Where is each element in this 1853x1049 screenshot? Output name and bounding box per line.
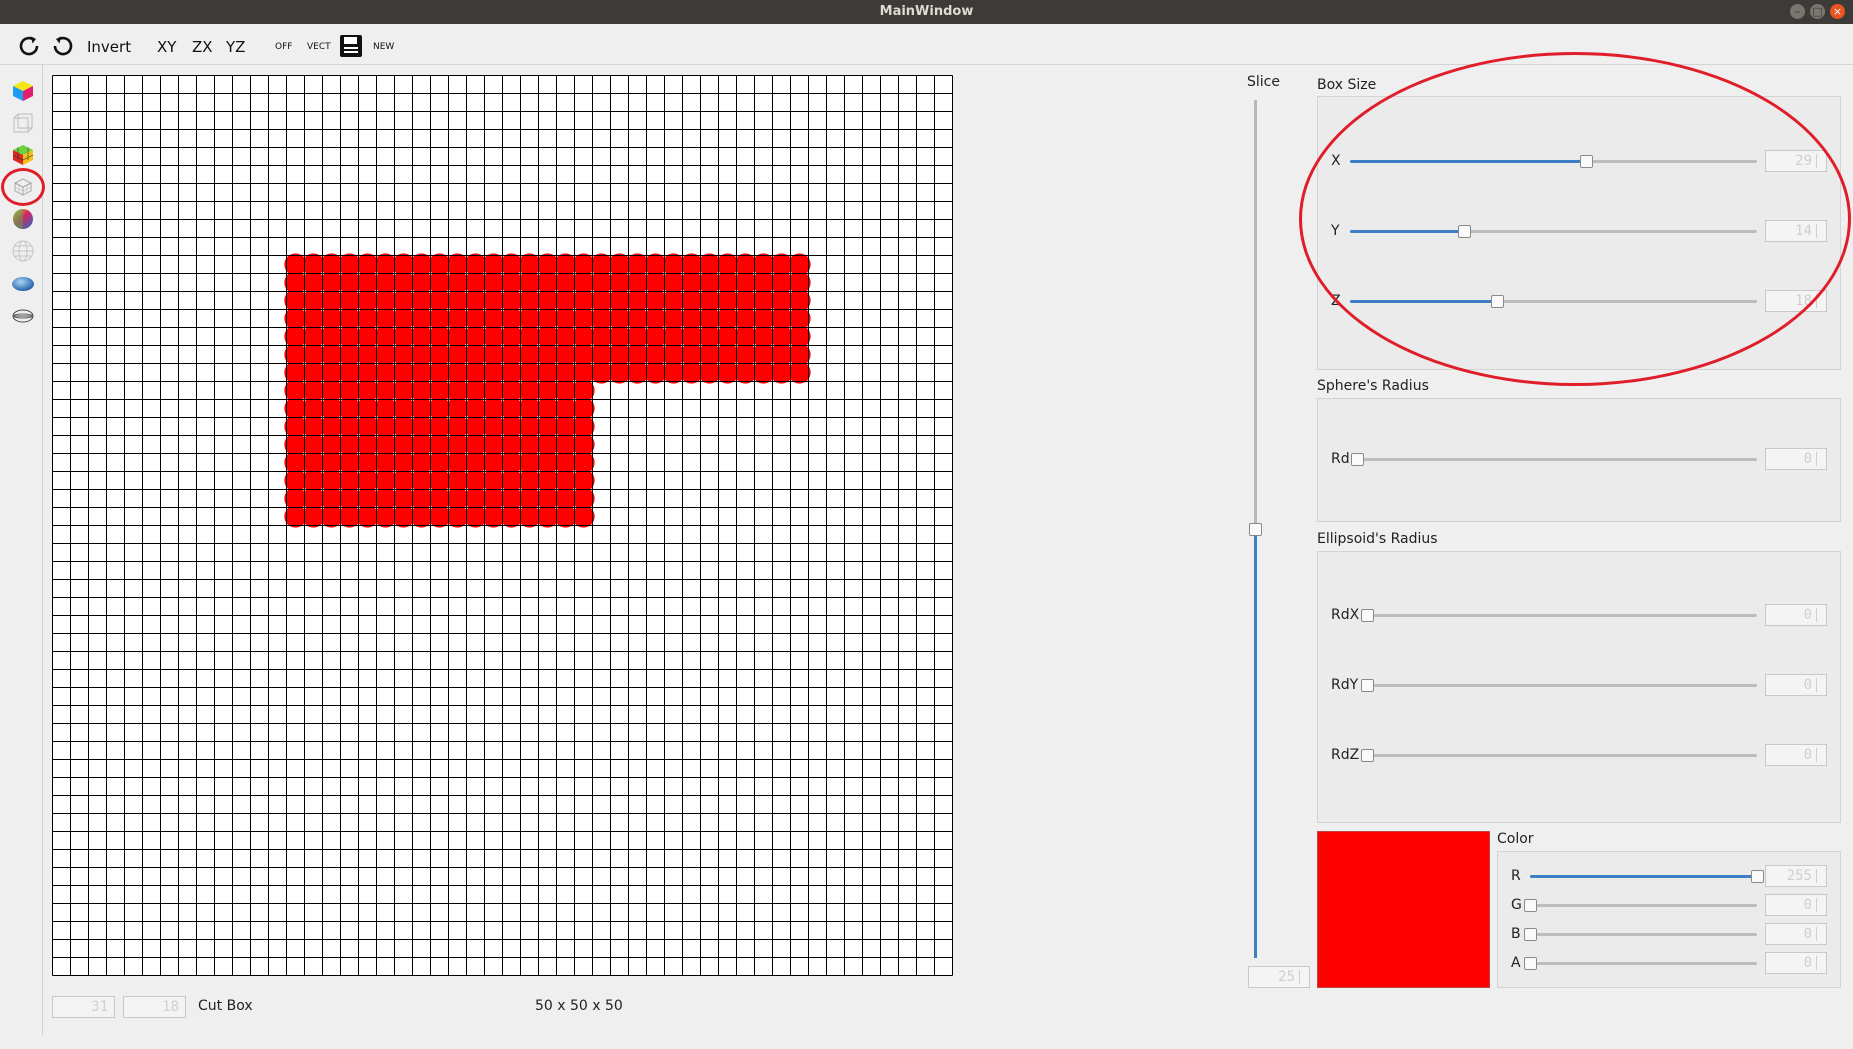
color-g-slider-handle[interactable] — [1524, 899, 1537, 912]
spin-arrows[interactable] — [1816, 452, 1824, 466]
color-sphere-icon[interactable] — [10, 206, 36, 232]
box-z-slider-fill — [1350, 300, 1497, 303]
box-z-slider-handle[interactable] — [1490, 295, 1504, 308]
ellipsoid-rdx-slider-handle[interactable] — [1361, 609, 1374, 622]
bottom-field-1[interactable]: 31 — [52, 996, 115, 1018]
maximize-button[interactable]: □ — [1810, 4, 1825, 19]
color-title: Color — [1497, 831, 1534, 847]
wire-ellipsoid-icon[interactable] — [10, 302, 36, 328]
ellipsoid-group — [1317, 551, 1841, 823]
redo-icon[interactable] — [16, 33, 42, 59]
spin-arrows[interactable] — [1299, 970, 1307, 984]
wire-box-icon[interactable] — [10, 110, 36, 136]
slice-spinbox[interactable]: 25 — [1248, 966, 1310, 988]
sphere-rd-label: Rd — [1331, 451, 1350, 467]
box-y-slider-handle[interactable] — [1457, 225, 1471, 238]
color-r-slider-handle[interactable] — [1751, 870, 1764, 883]
spin-arrows[interactable] — [1816, 898, 1824, 912]
ellipsoid-rdx-slider[interactable] — [1367, 614, 1757, 617]
zx-button[interactable]: ZX — [192, 36, 213, 58]
spin-arrows[interactable] — [1816, 608, 1824, 622]
sphere-rd-spinbox[interactable]: 0 — [1765, 448, 1827, 470]
spin-arrows[interactable] — [1816, 678, 1824, 692]
slice-slider-handle[interactable] — [1249, 523, 1262, 536]
box-size-title: Box Size — [1317, 77, 1377, 93]
save-file-icon[interactable] — [338, 33, 364, 59]
rgb-cube-icon[interactable] — [10, 142, 36, 168]
spin-arrows[interactable] — [1816, 748, 1824, 762]
xy-button[interactable]: XY — [157, 36, 176, 58]
close-button[interactable]: × — [1830, 4, 1845, 19]
color-a-spinbox[interactable]: 0 — [1765, 952, 1827, 974]
color-a-slider[interactable] — [1530, 962, 1757, 965]
color-r-spinbox[interactable]: 255 — [1765, 865, 1827, 887]
color-r-label: R — [1511, 868, 1521, 884]
ellipsoid-rdz-label: RdZ — [1331, 747, 1360, 763]
invert-button[interactable]: Invert — [87, 36, 131, 58]
window-title: MainWindow — [879, 4, 974, 19]
sphere-rd-slider[interactable] — [1357, 458, 1757, 461]
color-cube-icon[interactable] — [10, 78, 36, 104]
ellipsoid-title: Ellipsoid's Radius — [1317, 531, 1438, 547]
ellipsoid-rdz-slider-handle[interactable] — [1361, 749, 1374, 762]
voxel-grid[interactable] — [52, 75, 953, 976]
box-x-slider-fill — [1350, 160, 1587, 163]
ellipsoid-rdz-slider[interactable] — [1367, 754, 1757, 757]
off-button[interactable]: OFF — [275, 36, 292, 58]
color-g-slider[interactable] — [1530, 904, 1757, 907]
color-b-slider[interactable] — [1530, 933, 1757, 936]
voxel[interactable] — [788, 361, 811, 384]
slice-slider-fill — [1254, 529, 1257, 958]
cut-box-button[interactable]: Cut Box — [198, 998, 253, 1014]
vect-button[interactable]: VECT — [307, 36, 331, 58]
color-b-slider-handle[interactable] — [1524, 928, 1537, 941]
selected-tool-annotation — [1, 168, 45, 206]
color-b-label: B — [1511, 926, 1521, 942]
wire-sphere-icon[interactable] — [10, 238, 36, 264]
ellipsoid-rdx-spinbox[interactable]: 0 — [1765, 604, 1827, 626]
ellipsoid-rdx-label: RdX — [1331, 607, 1360, 623]
undo-icon[interactable] — [50, 33, 76, 59]
spin-arrows[interactable] — [1816, 956, 1824, 970]
slice-label: Slice — [1247, 74, 1280, 90]
box-size-annotation — [1299, 52, 1851, 386]
ellipsoid-icon[interactable] — [10, 270, 36, 296]
bottom-field-2[interactable]: 18 — [123, 996, 186, 1018]
grid-dimensions: 50 x 50 x 50 — [535, 998, 623, 1014]
ellipsoid-rdy-spinbox[interactable]: 0 — [1765, 674, 1827, 696]
color-swatch — [1317, 831, 1490, 988]
yz-button[interactable]: YZ — [226, 36, 245, 58]
color-a-label: A — [1511, 955, 1521, 971]
box-x-slider-handle[interactable] — [1580, 155, 1594, 168]
color-r-slider-fill — [1530, 875, 1757, 878]
sphere-title: Sphere's Radius — [1317, 378, 1429, 394]
voxel[interactable] — [572, 505, 595, 528]
spin-arrows[interactable] — [1816, 927, 1824, 941]
color-g-label: G — [1511, 897, 1522, 913]
ellipsoid-rdy-slider-handle[interactable] — [1361, 679, 1374, 692]
color-a-slider-handle[interactable] — [1524, 957, 1537, 970]
ellipsoid-rdy-slider[interactable] — [1367, 684, 1757, 687]
spin-arrows[interactable] — [1816, 869, 1824, 883]
ellipsoid-rdz-spinbox[interactable]: 0 — [1765, 744, 1827, 766]
box-y-slider-fill — [1350, 230, 1464, 233]
color-g-spinbox[interactable]: 0 — [1765, 894, 1827, 916]
sphere-rd-slider-handle[interactable] — [1351, 453, 1364, 466]
new-button[interactable]: NEW — [373, 36, 394, 58]
color-b-spinbox[interactable]: 0 — [1765, 923, 1827, 945]
minimize-button[interactable]: – — [1790, 4, 1805, 19]
ellipsoid-rdy-label: RdY — [1331, 677, 1359, 693]
